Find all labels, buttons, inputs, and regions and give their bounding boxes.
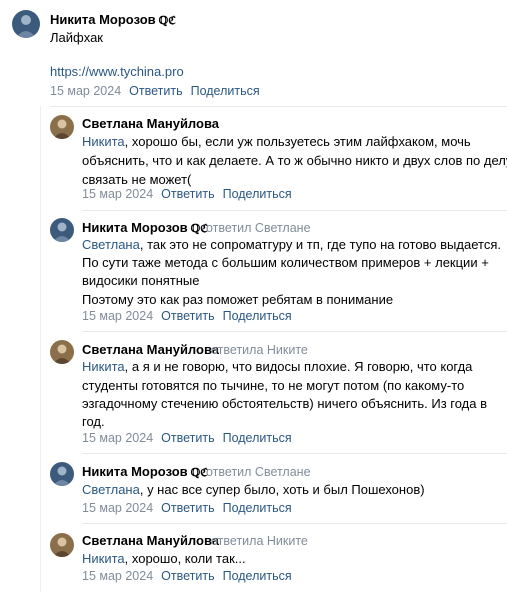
- author-name[interactable]: Никита Морозов ℚℭ: [82, 464, 208, 479]
- avatar[interactable]: [50, 462, 74, 486]
- avatar[interactable]: [50, 533, 74, 557]
- avatar[interactable]: [50, 115, 74, 139]
- comment-meta: 15 мар 2024 Ответить Поделиться: [82, 431, 292, 445]
- reply-button[interactable]: Ответить: [129, 84, 182, 98]
- comment-date: 15 мар 2024: [82, 187, 154, 201]
- divider: [82, 453, 507, 454]
- comment-text-line: Поэтому это как раз поможет ребятам в по…: [82, 292, 394, 307]
- comment-date: 15 мар 2024: [82, 501, 154, 515]
- author-name[interactable]: Никита Морозов ℚℭ: [50, 12, 176, 27]
- share-button[interactable]: Поделиться: [223, 187, 292, 201]
- reply-button[interactable]: Ответить: [161, 569, 214, 583]
- mention-link[interactable]: Светлана: [82, 237, 140, 252]
- avatar[interactable]: [12, 10, 40, 38]
- comment-text-line: эзгадочному стечению обстоятельств) ниче…: [82, 396, 488, 411]
- comment-text-line: год.: [82, 414, 105, 429]
- reply-button[interactable]: Ответить: [161, 309, 214, 323]
- comment-text: Никита, хорошо бы, если уж пользуетесь э…: [82, 134, 471, 149]
- url-link[interactable]: https://www.tychina.pro: [50, 62, 184, 81]
- comment-text: Никита, хорошо, коли так...: [82, 551, 246, 566]
- comment-text-line: объяснить, что и как делаете. А то ж обы…: [82, 153, 507, 168]
- comment-text-line: студенты готовятся по тычине, то не могу…: [82, 378, 465, 393]
- thread-line: [40, 106, 41, 592]
- share-button[interactable]: Поделиться: [223, 501, 292, 515]
- mention-link[interactable]: Никита: [82, 551, 125, 566]
- reply-to-label[interactable]: ответила Никите: [211, 343, 308, 357]
- comment-text: Никита, а я и не говорю, что видосы плох…: [82, 359, 473, 374]
- author-name[interactable]: Светлана Мануйлова: [82, 342, 219, 357]
- divider: [82, 210, 507, 211]
- comment-text: Светлана, у нас все супер было, хоть и б…: [82, 482, 425, 497]
- share-button[interactable]: Поделиться: [223, 309, 292, 323]
- share-button[interactable]: Поделиться: [191, 84, 260, 98]
- mention-link[interactable]: Никита: [82, 134, 125, 149]
- reply-button[interactable]: Ответить: [161, 187, 214, 201]
- verified-badge-icon: ℚℭ: [158, 14, 176, 27]
- reply-button[interactable]: Ответить: [161, 431, 214, 445]
- comment-meta: 15 мар 2024 Ответить Поделиться: [82, 309, 292, 323]
- comment-text: Лайфхак: [50, 30, 103, 45]
- mention-link[interactable]: Светлана: [82, 482, 140, 497]
- comment-date: 15 мар 2024: [82, 569, 154, 583]
- comment-meta: 15 мар 2024 Ответить Поделиться: [50, 84, 260, 98]
- comment-date: 15 мар 2024: [82, 309, 154, 323]
- author-name[interactable]: Светлана Мануйлова: [82, 116, 219, 131]
- reply-button[interactable]: Ответить: [161, 501, 214, 515]
- comment-meta: 15 мар 2024 Ответить Поделиться: [82, 187, 292, 201]
- comment-text: Светлана, так это не сопроматгуру и тп, …: [82, 237, 501, 252]
- comment-text-line: По сути таже метода с большим количество…: [82, 255, 489, 270]
- author-name[interactable]: Никита Морозов ℚℭ: [82, 220, 208, 235]
- comment-meta: 15 мар 2024 Ответить Поделиться: [82, 569, 292, 583]
- comment-text-line: видосики понятные: [82, 273, 200, 288]
- share-button[interactable]: Поделиться: [223, 431, 292, 445]
- mention-link[interactable]: Никита: [82, 359, 125, 374]
- divider: [82, 523, 507, 524]
- comment-date: 15 мар 2024: [50, 84, 122, 98]
- author-name[interactable]: Светлана Мануйлова: [82, 533, 219, 548]
- share-button[interactable]: Поделиться: [223, 569, 292, 583]
- avatar[interactable]: [50, 340, 74, 364]
- reply-to-label[interactable]: ответила Никите: [211, 534, 308, 548]
- reply-to-label[interactable]: ответил Светлане: [206, 465, 311, 479]
- reply-to-label[interactable]: ответил Светлане: [206, 221, 311, 235]
- divider: [50, 106, 507, 107]
- avatar[interactable]: [50, 218, 74, 242]
- comment-meta: 15 мар 2024 Ответить Поделиться: [82, 501, 292, 515]
- divider: [82, 331, 507, 332]
- comment-date: 15 мар 2024: [82, 431, 154, 445]
